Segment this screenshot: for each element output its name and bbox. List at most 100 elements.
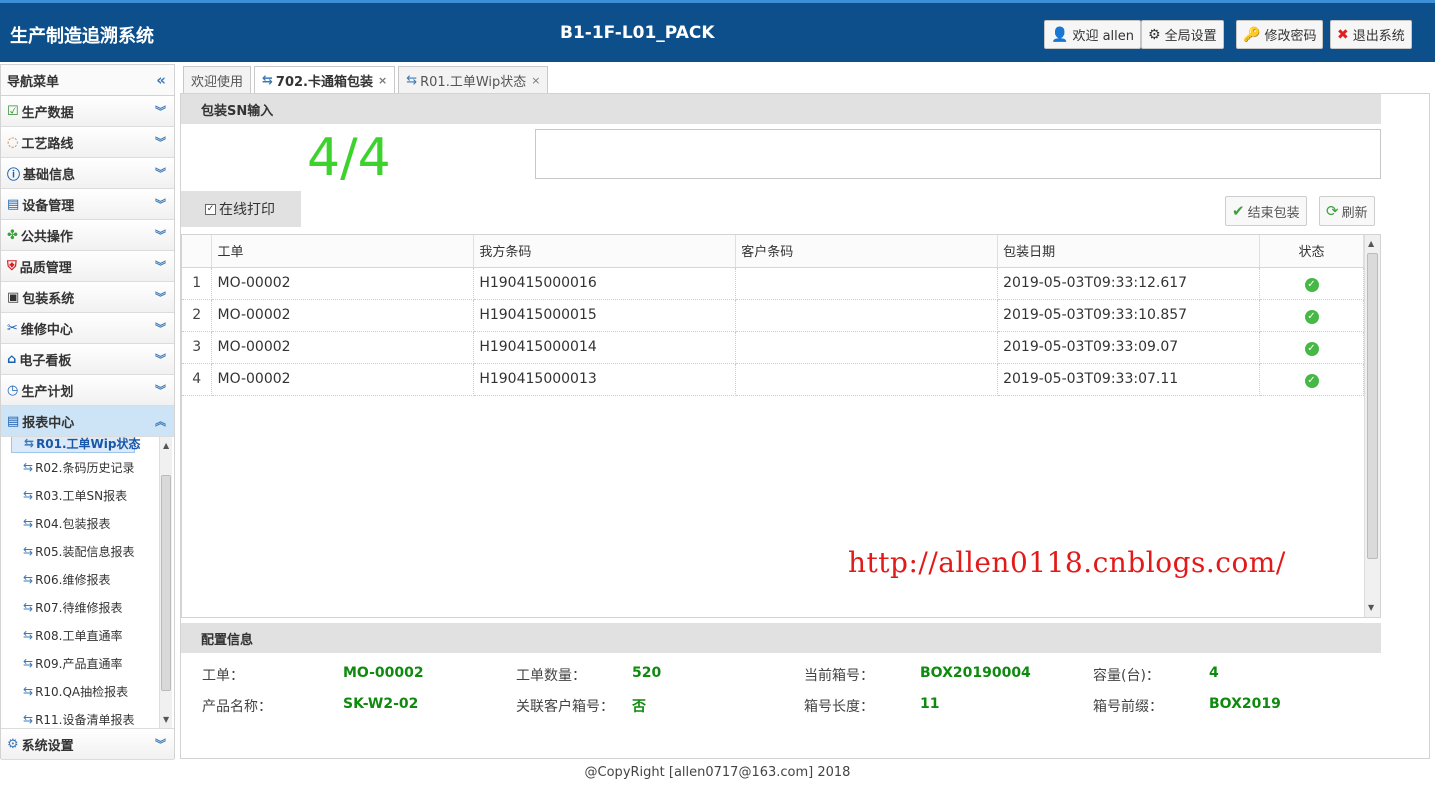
submenu-scroll-thumb[interactable] (161, 475, 171, 691)
scroll-up-icon[interactable]: ▲ (163, 441, 169, 450)
tab-welcome[interactable]: 欢迎使用 (183, 66, 252, 93)
app-title: 生产制造追溯系统 (10, 26, 154, 47)
swap-icon: ⇆ (23, 516, 34, 530)
pack-date-cell: 2019-05-03T09:33:07.11 (997, 363, 1260, 396)
current-box-label: 当前箱号： (804, 668, 874, 684)
scroll-up-icon[interactable]: ▲ (1368, 239, 1374, 248)
tab-close-icon[interactable]: × (531, 74, 540, 87)
table-row[interactable]: 3 MO-00002 H190415000014 2019-05-03T09:33:0… (182, 331, 1364, 364)
checkbox-checked-icon[interactable]: ✓ (205, 203, 216, 215)
sidebar-item-label: 公共操作 (20, 229, 73, 245)
status-ok-icon: ✓ (1304, 309, 1319, 324)
finish-packing-button[interactable]: ✔ 结束包装 (1225, 196, 1307, 226)
change-password-button[interactable]: 🔑 修改密码 (1236, 20, 1324, 49)
clover-icon: ✤ (7, 227, 18, 243)
online-print-checkbox[interactable]: ✓ 在线打印 (181, 191, 301, 227)
tab-bar: 欢迎使用 ⇆ 702.卡通箱包装 × ⇆ R01.工单Wip状态 × (183, 66, 549, 93)
column-header[interactable]: 工单 (211, 235, 475, 268)
route-icon: ◌ (7, 134, 19, 150)
swap-icon: ⇆ (23, 488, 34, 502)
sidebar-item[interactable]: ◷ 生产计划 ︾ (1, 375, 174, 406)
table-row[interactable]: 1 MO-00002 H190415000016 2019-05-03T09:33:1… (182, 267, 1364, 300)
tab-wip-status[interactable]: ⇆ R01.工单Wip状态 × (398, 66, 549, 93)
scroll-down-icon[interactable]: ▼ (163, 715, 169, 724)
packed-sn-table: 工单 我方条码 客户条码 包装日期 状态 1 MO-00002 H190415000… (182, 235, 1364, 396)
sidebar-item[interactable]: ▤ 设备管理 ︾ (1, 189, 174, 220)
order-cell: MO-00002 (211, 363, 475, 396)
report-menu-item[interactable]: ⇆ R09.产品直通率 (1, 649, 159, 677)
footer-copyright: @CopyRight [allen0717@163.com] 2018 (584, 765, 851, 780)
user-icon: 👤 (1051, 26, 1069, 43)
column-header[interactable]: 状态 (1259, 235, 1364, 268)
home-icon: ⌂ (7, 351, 17, 367)
submenu-scrollbar[interactable]: ▲ ▼ (159, 437, 172, 728)
logout-button[interactable]: ✖ 退出系统 (1330, 20, 1412, 49)
sidebar-item-system-settings[interactable]: ⚙ 系统设置 ︾ (1, 729, 174, 760)
status-ok-icon: ✓ (1304, 373, 1319, 388)
grid-scroll-thumb[interactable] (1367, 253, 1378, 559)
capacity-label: 容量(台)： (1093, 668, 1160, 684)
sidebar-item[interactable]: ☑ 生产数据 ︾ (1, 96, 174, 127)
sidebar-item[interactable]: ◌ 工艺路线 ︾ (1, 127, 174, 158)
box-prefix-label: 箱号前缀： (1093, 699, 1163, 715)
report-menu-item[interactable]: ⇆ R02.条码历史记录 (1, 453, 159, 481)
scroll-down-icon[interactable]: ▼ (1368, 603, 1374, 612)
tab-close-icon[interactable]: × (378, 74, 387, 87)
product-name-value: SK-W2-02 (343, 696, 419, 712)
column-header[interactable]: 包装日期 (997, 235, 1260, 268)
report-menu-item[interactable]: ⇆ R03.工单SN报表 (1, 481, 159, 509)
sidebar-item[interactable]: ▣ 包装系统 ︾ (1, 282, 174, 313)
box-prefix-value: BOX2019 (1209, 696, 1281, 712)
sidebar-item[interactable]: ✂ 维修中心 ︾ (1, 313, 174, 344)
report-menu-item[interactable]: ⇆ R10.QA抽检报表 (1, 677, 159, 705)
check-icon: ✔ (1232, 202, 1245, 220)
sn-input[interactable] (535, 129, 1381, 179)
sidebar-item-label: 报表中心 (22, 415, 75, 431)
refresh-button[interactable]: ⟳ 刷新 (1319, 196, 1375, 226)
report-menu-item[interactable]: ⇆ R01.工单Wip状态 (11, 437, 141, 453)
pack-sn-panel-title: 包装SN输入 (181, 94, 1381, 124)
order-qty-value: 520 (632, 665, 662, 681)
info-icon: ⓘ (7, 167, 21, 183)
report-menu-item[interactable]: ⇆ R08.工单直通率 (1, 621, 159, 649)
pack-counter: 4/4 (307, 128, 391, 188)
chevron-down-icon: ︾ (155, 136, 166, 149)
chevron-down-icon: ︾ (155, 167, 166, 180)
swap-icon: ⇆ (262, 72, 273, 88)
edit-icon: ☑ (7, 103, 19, 119)
close-icon: ✖ (1337, 26, 1349, 43)
table-header-row: 工单 我方条码 客户条码 包装日期 状态 (182, 235, 1364, 268)
chevron-down-icon: ︾ (155, 260, 166, 273)
chevron-down-icon: ︾ (155, 353, 166, 366)
welcome-user-button[interactable]: 👤 欢迎 allen (1044, 20, 1141, 49)
chevron-down-icon: ︾ (155, 105, 166, 118)
table-row[interactable]: 2 MO-00002 H190415000015 2019-05-03T09:33:1… (182, 299, 1364, 332)
link-customer-box-value: 否 (632, 699, 646, 715)
report-menu-item[interactable]: ⇆ R11.设备清单报表 (1, 705, 159, 728)
column-header[interactable]: 我方条码 (473, 235, 737, 268)
collapse-icon[interactable]: « (156, 71, 166, 89)
station-name: B1-1F-L01_PACK (560, 23, 715, 43)
report-menu-item[interactable]: ⇆ R04.包装报表 (1, 509, 159, 537)
table-row[interactable]: 4 MO-00002 H190415000013 2019-05-03T09:33:0… (182, 363, 1364, 396)
column-header[interactable]: 客户条码 (735, 235, 999, 268)
sidebar-item[interactable]: ⓘ 基础信息 ︾ (1, 158, 174, 189)
key-icon: 🔑 (1243, 26, 1261, 43)
grid-scrollbar[interactable]: ▲ ▼ (1364, 235, 1380, 617)
report-menu-item[interactable]: ⇆ R06.维修报表 (1, 565, 159, 593)
sidebar-item[interactable]: ▤ 报表中心 ︽ (1, 406, 174, 437)
sidebar-item[interactable]: ⌂ 电子看板 ︾ (1, 344, 174, 375)
sn-cell: H190415000014 (473, 331, 737, 364)
tab-carton-packing[interactable]: ⇆ 702.卡通箱包装 × (254, 66, 396, 93)
customer-sn-cell (735, 267, 999, 300)
swap-icon: ⇆ (406, 72, 418, 88)
sn-cell: H190415000016 (473, 267, 737, 300)
swap-icon: ⇆ (23, 712, 34, 726)
report-menu-item[interactable]: ⇆ R07.待维修报表 (1, 593, 159, 621)
report-menu-item[interactable]: ⇆ R05.装配信息报表 (1, 537, 159, 565)
global-settings-button[interactable]: ⚙ 全局设置 (1141, 20, 1224, 49)
sidebar-item[interactable]: ⛨ 品质管理 ︾ (1, 251, 174, 282)
sidebar-item[interactable]: ✤ 公共操作 ︾ (1, 220, 174, 251)
swap-icon: ⇆ (23, 544, 34, 558)
swap-icon: ⇆ (23, 656, 34, 670)
